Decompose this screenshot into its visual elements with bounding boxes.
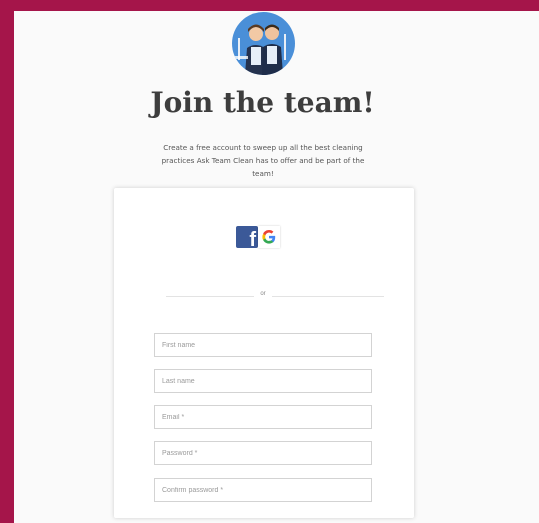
confirm-password-field[interactable]	[154, 478, 372, 502]
google-icon[interactable]	[258, 226, 280, 248]
page-title: Join the team!	[150, 86, 375, 119]
last-name-field[interactable]	[154, 369, 372, 393]
page-subtitle: Create a free account to sweep up all th…	[161, 143, 365, 178]
divider-line-left	[166, 296, 254, 297]
divider-label: or	[260, 291, 266, 297]
email-field[interactable]	[154, 405, 372, 429]
team-avatar-image	[232, 12, 295, 75]
password-field[interactable]	[154, 441, 372, 465]
divider-line-right	[272, 296, 384, 297]
first-name-field[interactable]	[154, 333, 372, 357]
facebook-icon[interactable]: f	[236, 226, 258, 248]
